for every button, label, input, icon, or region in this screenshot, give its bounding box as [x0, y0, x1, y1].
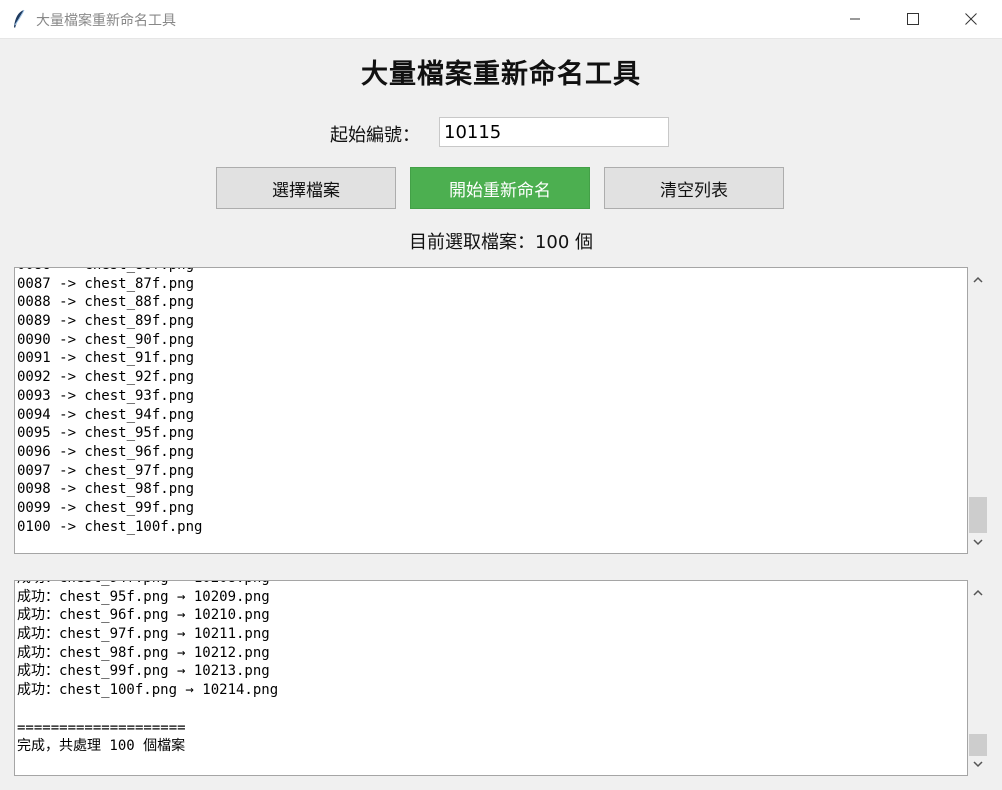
scrollbar-thumb[interactable]: [969, 497, 987, 533]
maximize-button[interactable]: [884, 0, 942, 38]
minimize-icon: [850, 18, 860, 20]
selected-count-label: 目前選取檔案：100 個: [0, 228, 1002, 254]
list-item: 0087 -> chest_87f.png: [17, 275, 195, 292]
list-item: 0099 -> chest_99f.png: [17, 499, 195, 516]
scroll-up-button[interactable]: [968, 271, 988, 287]
start-number-input[interactable]: [439, 117, 669, 147]
start-number-label: 起始編號：: [330, 125, 420, 146]
list-item: 成功：chest_94f.png → 10208.png: [17, 581, 278, 588]
selected-count-suffix: 個: [569, 232, 594, 253]
list-item: 成功：chest_99f.png → 10213.png: [17, 663, 270, 680]
scrollbar-thumb[interactable]: [969, 734, 987, 756]
start-rename-button[interactable]: 開始重新命名: [410, 167, 590, 209]
select-files-button[interactable]: 選擇檔案: [216, 167, 396, 209]
selected-count-value: 100: [534, 232, 570, 253]
list-item: 0086 -> chest_86f.png: [17, 268, 202, 275]
chevron-down-icon: [973, 538, 983, 545]
chevron-up-icon: [973, 276, 983, 283]
list-item: 0091 -> chest_91f.png: [17, 350, 195, 367]
close-icon: [965, 13, 977, 25]
scroll-down-button[interactable]: [968, 756, 988, 772]
list-item: 0092 -> chest_92f.png: [17, 369, 195, 386]
log-scrollbar[interactable]: [968, 580, 988, 776]
list-item: 0088 -> chest_88f.png: [17, 294, 195, 311]
list-item: 完成，共處理 100 個檔案: [17, 738, 186, 755]
chevron-down-icon: [973, 760, 983, 767]
list-item: 0089 -> chest_89f.png: [17, 313, 195, 330]
scroll-up-button[interactable]: [968, 584, 988, 600]
list-item: 0096 -> chest_96f.png: [17, 443, 195, 460]
minimize-button[interactable]: [826, 0, 884, 38]
clear-list-button[interactable]: 清空列表: [604, 167, 784, 209]
log-textbox[interactable]: 成功：chest_94f.png → 10208.png成功：chest_95f…: [14, 580, 968, 776]
list-item: 成功：chest_95f.png → 10209.png: [17, 588, 270, 605]
window-title: 大量檔案重新命名工具: [36, 13, 176, 29]
list-item: 0093 -> chest_93f.png: [17, 387, 195, 404]
title-bar[interactable]: 大量檔案重新命名工具: [0, 0, 1002, 39]
close-button[interactable]: [942, 0, 1000, 38]
list-item: ====================: [17, 719, 186, 736]
selected-count-prefix: 目前選取檔案：: [408, 232, 535, 253]
scroll-down-button[interactable]: [968, 534, 988, 550]
list-item: 0094 -> chest_94f.png: [17, 406, 195, 423]
list-item: 成功：chest_98f.png → 10212.png: [17, 644, 270, 661]
list-item: [17, 700, 278, 719]
list-item: 0090 -> chest_90f.png: [17, 331, 195, 348]
page-title: 大量檔案重新命名工具: [361, 59, 641, 90]
list-item: 成功：chest_100f.png → 10214.png: [17, 682, 279, 699]
list-item: 0100 -> chest_100f.png: [17, 518, 203, 535]
list-item: 0095 -> chest_95f.png: [17, 425, 195, 442]
list-item: 0098 -> chest_98f.png: [17, 481, 195, 498]
list-item: 0097 -> chest_97f.png: [17, 462, 195, 479]
list-item: 成功：chest_96f.png → 10210.png: [17, 607, 270, 624]
file-list-lines: 0086 -> chest_86f.png0087 -> chest_87f.p…: [17, 268, 203, 536]
file-list-textbox[interactable]: 0086 -> chest_86f.png0087 -> chest_87f.p…: [14, 267, 968, 554]
maximize-icon: [907, 13, 919, 25]
feather-icon: [14, 9, 25, 28]
list-item: 成功：chest_97f.png → 10211.png: [17, 626, 270, 643]
log-lines: 成功：chest_94f.png → 10208.png成功：chest_95f…: [17, 581, 279, 756]
chevron-up-icon: [973, 589, 983, 596]
file-list-scrollbar[interactable]: [968, 267, 988, 554]
